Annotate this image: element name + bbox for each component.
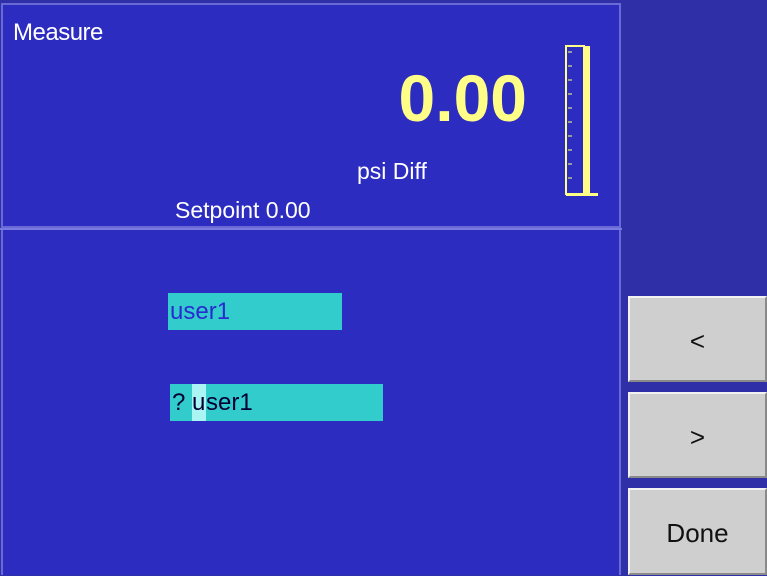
setpoint-readout: Setpoint 0.00	[175, 197, 311, 223]
done-button[interactable]: Done	[628, 488, 767, 575]
current-user-field: user1	[168, 293, 342, 330]
cursor-left-button[interactable]: <	[628, 296, 767, 382]
entry-prompt: ?	[172, 389, 193, 416]
text-cursor: u	[192, 384, 207, 421]
current-user-value: user1	[170, 298, 231, 325]
pressure-reading: 0.00	[398, 61, 527, 135]
entry-text: ser1	[206, 389, 253, 416]
pressure-unit: psi Diff	[357, 158, 427, 184]
user-entry-field[interactable]: ? user1	[170, 384, 383, 421]
measure-title: Measure	[13, 19, 103, 46]
measure-panel: Measure 0.00 psi Diff Setpoint 0.00	[1, 3, 621, 228]
bar-gauge-icon	[565, 45, 598, 196]
cursor-right-button[interactable]: >	[628, 392, 767, 478]
